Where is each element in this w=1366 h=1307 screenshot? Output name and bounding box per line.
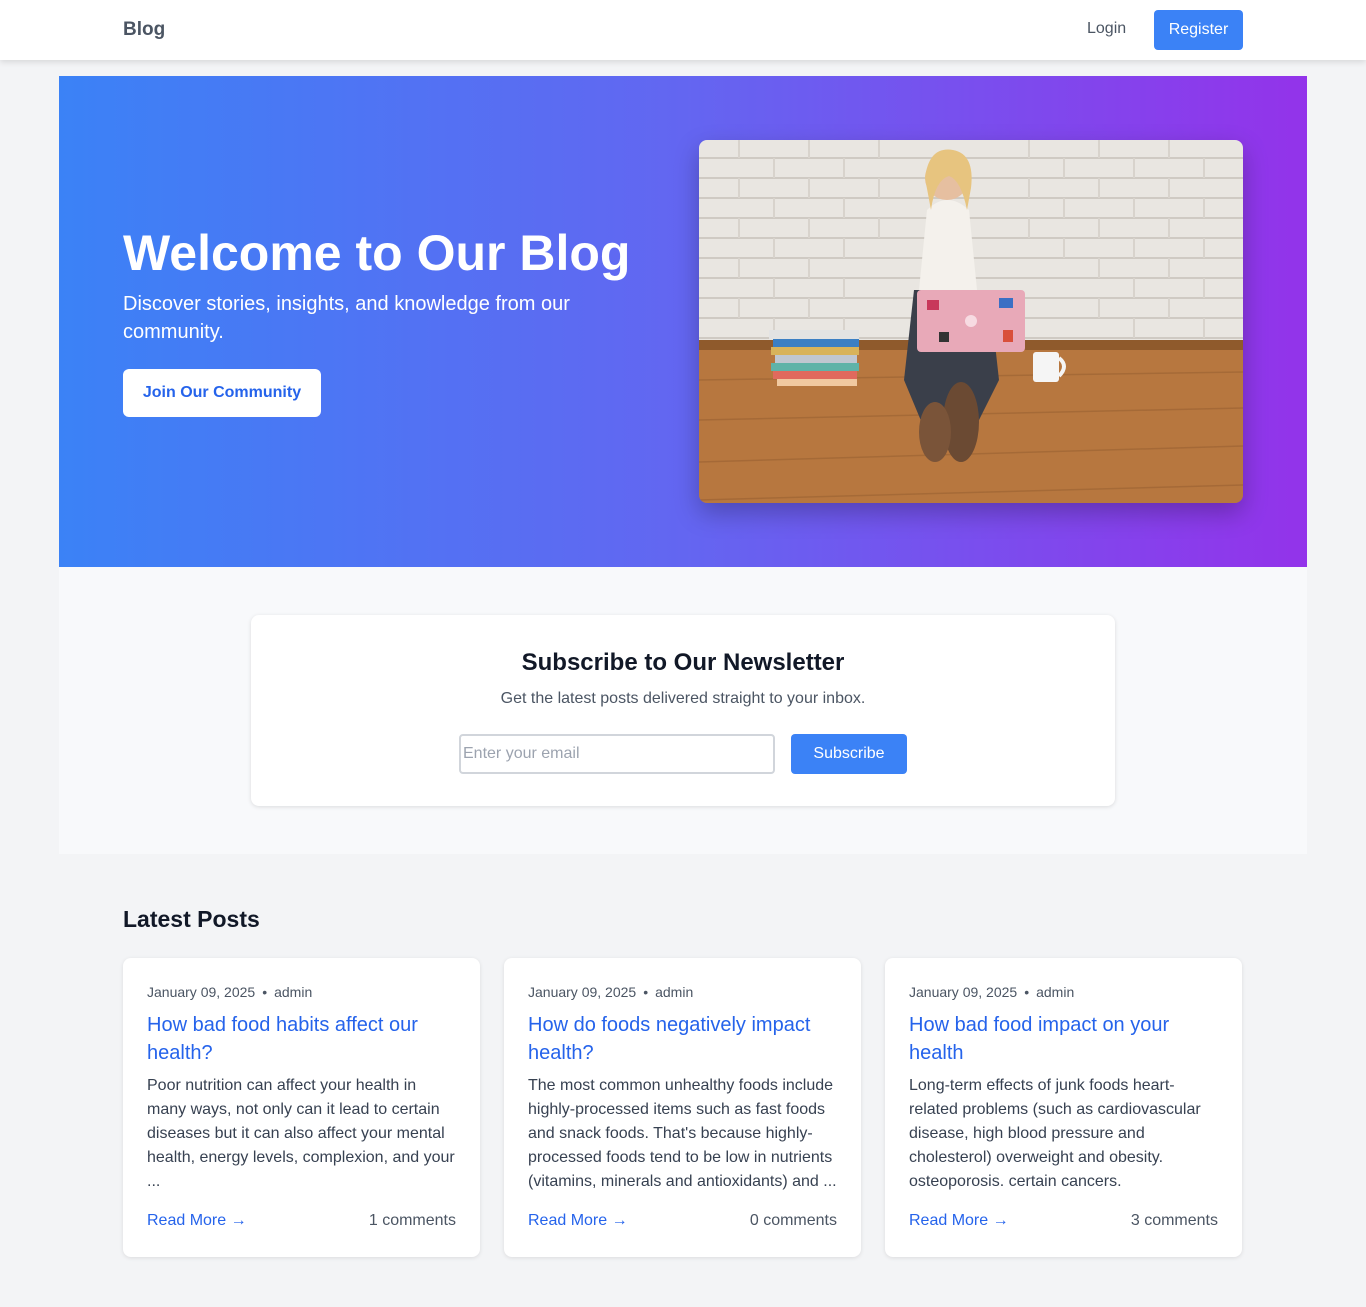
subscribe-button[interactable]: Subscribe	[791, 734, 907, 774]
post-date: January 09, 2025	[528, 984, 637, 1000]
post-title-link[interactable]: How do foods negatively impact health?	[528, 1011, 838, 1067]
newsletter-title: Subscribe to Our Newsletter	[521, 649, 845, 676]
meta-separator: •	[262, 984, 268, 1000]
join-community-button[interactable]: Join Our Community	[123, 369, 321, 417]
meta-separator: •	[1024, 984, 1030, 1000]
post-meta: January 09, 2025 • admin	[147, 984, 312, 1000]
book-stack	[769, 330, 859, 386]
post-excerpt: The most common unhealthy foods include …	[528, 1077, 837, 1190]
post-card: January 09, 2025 • admin How bad food impa…	[885, 958, 1242, 1257]
post-date: January 09, 2025	[909, 984, 1018, 1000]
brand-link[interactable]: Blog	[123, 19, 165, 41]
latest-posts-heading: Latest Posts	[123, 906, 260, 932]
newsletter-card: Subscribe to Our Newsletter Get the late…	[251, 615, 1115, 806]
post-card: January 09, 2025 • admin How do foods nega…	[504, 958, 861, 1257]
read-more-link[interactable]: Read More →	[528, 1212, 628, 1230]
post-comments-count: 3 comments	[1130, 1212, 1218, 1229]
post-author: admin	[655, 984, 694, 1000]
newsletter-section: Subscribe to Our Newsletter Get the late…	[59, 567, 1307, 854]
post-excerpt: Poor nutrition can affect your health in…	[147, 1077, 455, 1190]
hero-image	[699, 140, 1243, 503]
post-meta: January 09, 2025 • admin	[909, 984, 1074, 1000]
laptop	[917, 290, 1025, 352]
post-author: admin	[1036, 984, 1075, 1000]
post-date: January 09, 2025	[147, 984, 256, 1000]
post-meta: January 09, 2025 • admin	[528, 984, 693, 1000]
posts-grid: January 09, 2025 • admin How bad food habi…	[123, 958, 1243, 1257]
post-title-link[interactable]: How bad food habits affect our health?	[147, 1011, 457, 1067]
hero-photo-illustration	[699, 140, 1243, 503]
newsletter-email-input[interactable]	[459, 734, 775, 774]
post-excerpt: Long-term effects of junk foods heart-re…	[909, 1077, 1201, 1190]
hero-title: Welcome to Our Blog	[123, 225, 631, 281]
login-link[interactable]: Login	[1087, 20, 1126, 38]
read-more-link[interactable]: Read More →	[909, 1212, 1009, 1230]
meta-separator: •	[643, 984, 649, 1000]
register-button[interactable]: Register	[1154, 10, 1243, 50]
post-title-link[interactable]: How bad food impact on your health	[909, 1011, 1219, 1067]
top-navbar: Blog Login Register	[0, 0, 1366, 60]
post-comments-count: 0 comments	[749, 1212, 837, 1229]
post-card: January 09, 2025 • admin How bad food habi…	[123, 958, 480, 1257]
post-author: admin	[274, 984, 313, 1000]
read-more-link[interactable]: Read More →	[147, 1212, 247, 1230]
hero-subtitle: Discover stories, insights, and knowledg…	[123, 293, 570, 343]
hero-section: Welcome to Our Blog Discover stories, in…	[59, 76, 1307, 567]
post-comments-count: 1 comments	[368, 1212, 456, 1229]
newsletter-subtitle: Get the latest posts delivered straight …	[500, 690, 866, 707]
